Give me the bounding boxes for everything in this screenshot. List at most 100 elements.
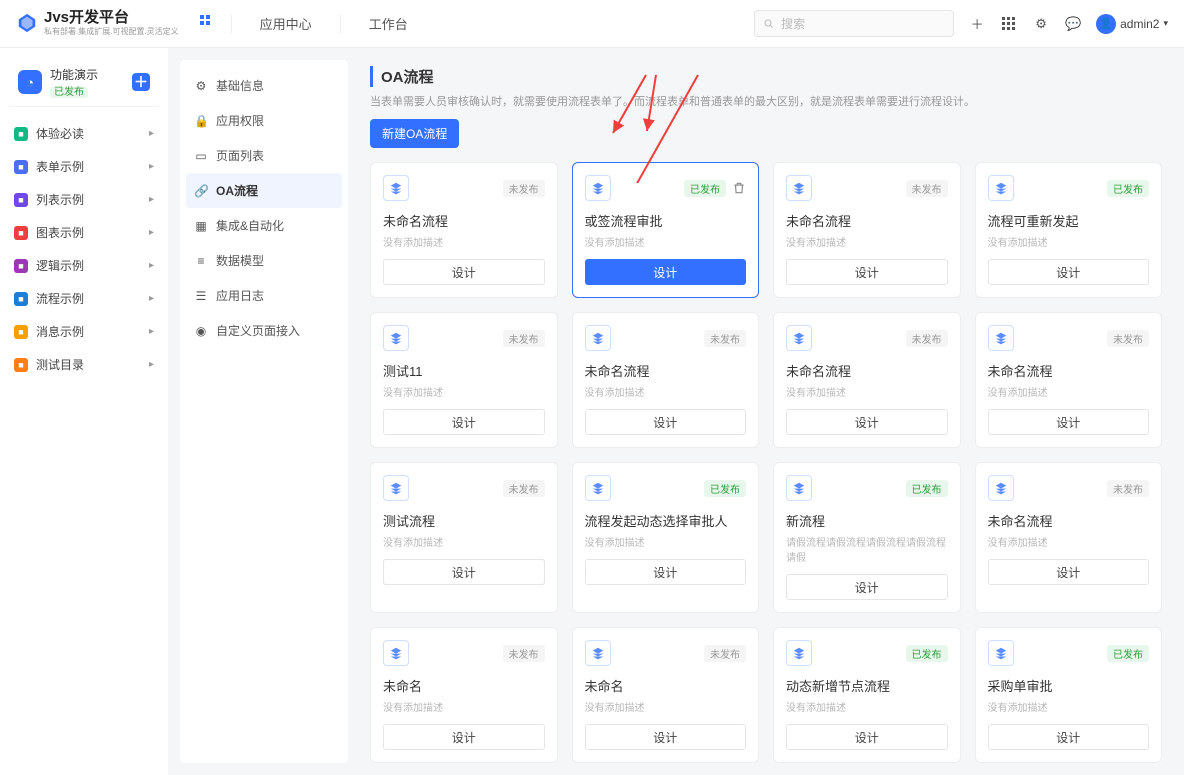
card-desc: 没有添加描述 (988, 699, 1150, 714)
sidebar-item-6[interactable]: ■消息示例▸ (0, 315, 168, 348)
sidebar-item-3[interactable]: ■图表示例▸ (0, 216, 168, 249)
design-button[interactable]: 设计 (988, 409, 1150, 435)
settings-item-gear[interactable]: ⚙基础信息 (180, 68, 348, 103)
layers-icon (585, 175, 611, 201)
flow-card[interactable]: 未发布测试流程没有添加描述设计 (370, 462, 558, 613)
card-desc: 没有添加描述 (383, 534, 545, 549)
sidebar-item-4[interactable]: ■逻辑示例▸ (0, 249, 168, 282)
design-button[interactable]: 设计 (786, 724, 948, 750)
design-button[interactable]: 设计 (585, 724, 747, 750)
sidebar-item-icon: ■ (14, 259, 28, 273)
status-badge: 未发布 (906, 180, 948, 197)
add-button[interactable]: ＋ (132, 73, 150, 91)
sidebar-item-5[interactable]: ■流程示例▸ (0, 282, 168, 315)
status-badge: 已发布 (906, 645, 948, 662)
flow-card[interactable]: 未发布未命名没有添加描述设计 (370, 627, 558, 763)
chat-icon[interactable]: 💬 (1064, 15, 1082, 33)
avatar-icon: 👤 (1096, 14, 1116, 34)
chevron-right-icon: ▸ (149, 326, 154, 337)
design-button[interactable]: 设计 (383, 724, 545, 750)
settings-item-grid[interactable]: ▦集成&自动化 (180, 208, 348, 243)
flow-card[interactable]: 已发布动态新增节点流程没有添加描述设计 (773, 627, 961, 763)
settings-item-log[interactable]: ☰应用日志 (180, 278, 348, 313)
status-badge: 已发布 (1107, 645, 1149, 662)
design-button[interactable]: 设计 (585, 559, 747, 585)
flow-card[interactable]: 已发布流程发起动态选择审批人没有添加描述设计 (572, 462, 760, 613)
flow-card[interactable]: 未发布未命名流程没有添加描述设计 (975, 312, 1163, 448)
layers-icon (786, 175, 812, 201)
settings-item-page[interactable]: ▭页面列表 (180, 138, 348, 173)
design-button[interactable]: 设计 (786, 409, 948, 435)
cards-grid: 未发布未命名流程没有添加描述设计已发布或签流程审批没有添加描述设计未发布未命名流… (370, 162, 1162, 763)
nav-app-center[interactable]: 应用中心 (260, 14, 312, 33)
status-badge: 已发布 (684, 180, 726, 197)
sidebar-app-header: ◔ 功能演示 已发布 ＋ (10, 58, 158, 107)
status-badge: 未发布 (503, 180, 545, 197)
flow-card[interactable]: 未发布未命名流程没有添加描述设计 (975, 462, 1163, 613)
design-button[interactable]: 设计 (383, 259, 545, 285)
log-icon: ☰ (194, 289, 208, 303)
flow-card[interactable]: 已发布流程可重新发起没有添加描述设计 (975, 162, 1163, 298)
flow-card[interactable]: 未发布未命名流程没有添加描述设计 (773, 312, 961, 448)
design-button[interactable]: 设计 (585, 259, 747, 285)
sidebar-item-2[interactable]: ■列表示例▸ (0, 183, 168, 216)
settings-item-dot[interactable]: ◉自定义页面接入 (180, 313, 348, 348)
sidebar-item-7[interactable]: ■测试目录▸ (0, 348, 168, 381)
settings-item-label: 基础信息 (216, 77, 264, 94)
sidebar-item-0[interactable]: ■体验必读▸ (0, 117, 168, 150)
new-oa-flow-button[interactable]: 新建OA流程 (370, 119, 459, 148)
flow-card[interactable]: 未发布未命名流程没有添加描述设计 (572, 312, 760, 448)
left-sidebar: ◔ 功能演示 已发布 ＋ ■体验必读▸■表单示例▸■列表示例▸■图表示例▸■逻辑… (0, 48, 168, 775)
sidebar-item-icon: ■ (14, 292, 28, 306)
apps-grid-icon[interactable] (199, 14, 215, 33)
delete-icon[interactable] (732, 181, 746, 195)
flow-card[interactable]: 已发布采购单审批没有添加描述设计 (975, 627, 1163, 763)
sidebar-item-label: 逻辑示例 (36, 257, 84, 274)
layers-icon (988, 640, 1014, 666)
add-icon[interactable]: ＋ (968, 15, 986, 33)
design-button[interactable]: 设计 (585, 409, 747, 435)
search-input[interactable]: 搜索 (754, 10, 954, 37)
settings-item-link[interactable]: 🔗OA流程 (186, 173, 342, 208)
flow-card[interactable]: 未发布未命名没有添加描述设计 (572, 627, 760, 763)
search-placeholder: 搜索 (781, 15, 805, 32)
design-button[interactable]: 设计 (786, 574, 948, 600)
card-title: 测试11 (383, 361, 545, 380)
flow-card[interactable]: 未发布未命名流程没有添加描述设计 (773, 162, 961, 298)
chevron-right-icon: ▸ (149, 128, 154, 139)
divider (340, 15, 341, 33)
status-badge: 未发布 (704, 330, 746, 347)
gear-icon[interactable]: ⚙ (1032, 15, 1050, 33)
sidebar-item-1[interactable]: ■表单示例▸ (0, 150, 168, 183)
flow-card[interactable]: 未发布未命名流程没有添加描述设计 (370, 162, 558, 298)
logo-sub: 私有部署.集成扩展.可视配置.灵活定义 (44, 28, 179, 37)
card-desc: 请假流程请假流程请假流程请假流程请假 (786, 534, 948, 564)
topbar: Jvs开发平台 私有部署.集成扩展.可视配置.灵活定义 应用中心 工作台 搜索 … (0, 0, 1184, 48)
settings-item-lock[interactable]: 🔒应用权限 (180, 103, 348, 138)
user-name: admin2 (1120, 17, 1159, 31)
sidebar-item-label: 消息示例 (36, 323, 84, 340)
flow-card[interactable]: 未发布测试11没有添加描述设计 (370, 312, 558, 448)
settings-item-db[interactable]: ≡数据模型 (180, 243, 348, 278)
nav-workspace[interactable]: 工作台 (369, 14, 408, 33)
status-badge: 已发布 (906, 480, 948, 497)
divider (231, 15, 232, 33)
card-title: 或签流程审批 (585, 211, 747, 230)
design-button[interactable]: 设计 (988, 724, 1150, 750)
flow-card[interactable]: 已发布新流程请假流程请假流程请假流程请假流程请假设计 (773, 462, 961, 613)
design-button[interactable]: 设计 (988, 259, 1150, 285)
sidebar-item-icon: ■ (14, 127, 28, 141)
layers-icon (988, 325, 1014, 351)
user-menu[interactable]: 👤 admin2 ▾ (1096, 14, 1168, 34)
sidebar-item-label: 列表示例 (36, 191, 84, 208)
grid-icon[interactable] (1000, 15, 1018, 33)
flow-card[interactable]: 已发布或签流程审批没有添加描述设计 (572, 162, 760, 298)
design-button[interactable]: 设计 (786, 259, 948, 285)
design-button[interactable]: 设计 (988, 559, 1150, 585)
design-button[interactable]: 设计 (383, 559, 545, 585)
card-title: 采购单审批 (988, 676, 1150, 695)
layers-icon (786, 475, 812, 501)
design-button[interactable]: 设计 (383, 409, 545, 435)
card-desc: 没有添加描述 (585, 384, 747, 399)
lock-icon: 🔒 (194, 114, 208, 128)
